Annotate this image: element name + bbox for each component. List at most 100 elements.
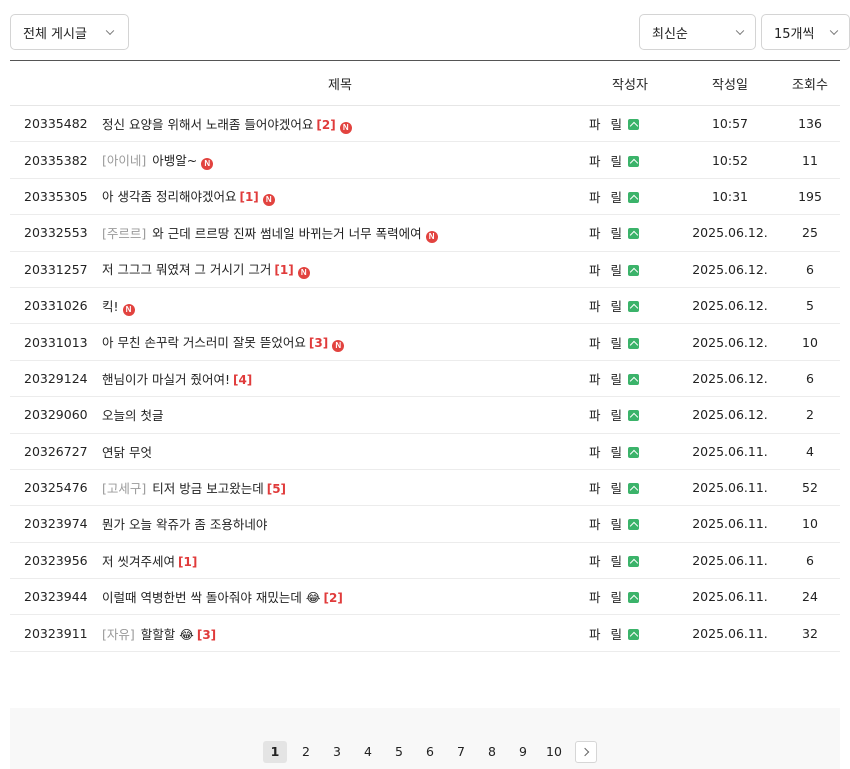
post-number: 20329060 [10,396,100,434]
post-views: 32 [780,614,840,652]
post-title-link[interactable]: 저 그그그 뭐였져 그 거시기 그거 [102,262,271,277]
header-title: 제목 [100,60,580,106]
page-link-9[interactable]: 9 [511,741,535,763]
header-author: 작성자 [580,60,680,106]
comment-count[interactable]: [1] [178,555,197,569]
post-title-link[interactable]: 이럴때 역병한번 싹 돌아줘야 재밌는데 😂 [102,590,320,605]
post-title-link[interactable]: 연닭 무엇 [102,445,152,460]
author-name[interactable]: 파 릴 [589,154,625,169]
post-author-cell: 파 릴 [580,505,680,543]
author-name[interactable]: 파 릴 [589,299,625,314]
table-row[interactable]: 20335382 [아이네] 아뱅알~ N 파 릴 10:52 11 [10,141,840,179]
chevron-down-icon [829,26,839,36]
post-title-link[interactable]: 킥! [102,299,119,314]
author-name[interactable]: 파 릴 [589,372,625,387]
table-row[interactable]: 20329060 오늘의 첫글 파 릴 2025.06.12. 2 [10,396,840,434]
level-badge-icon [627,592,639,604]
table-row[interactable]: 20329124 핸님이가 마실거 줬어여! [4] 파 릴 2025.06.12. 6 [10,360,840,398]
table-row[interactable]: 20331026 킥! N 파 릴 2025.06.12. 5 [10,287,840,325]
table-row[interactable]: 20325476 [고세구] 티저 방금 보고왔는데 [5] 파 릴 2025.06.1… [10,469,840,507]
author-name[interactable]: 파 릴 [589,336,625,351]
board-filter-select[interactable]: 전체 게시글 [10,14,129,50]
author-name[interactable]: 파 릴 [589,627,625,642]
author-name[interactable]: 파 릴 [589,481,625,496]
post-title-cell: 저 그그그 뭐였져 그 거시기 그거 [1] N [100,251,580,288]
per-page-select[interactable]: 15개씩 [761,14,850,50]
post-table: 제목 작성자 작성일 조회수 20335482 정신 요양을 위해서 노래좀 들어… [10,60,840,652]
post-category: [아이네] [102,153,147,169]
post-date: 2025.06.12. [680,251,780,288]
post-views: 4 [780,433,840,470]
author-name[interactable]: 파 릴 [589,590,625,605]
post-title-link[interactable]: 저 씻겨주세여 [102,554,175,569]
page-link-3[interactable]: 3 [325,741,349,763]
post-title-link[interactable]: 핸님이가 마실거 줬어여! [102,372,230,387]
post-title-cell: [자유] 할할할 😂 [3] [100,614,580,652]
post-author-cell: 파 릴 [580,251,680,288]
author-name[interactable]: 파 릴 [589,190,625,205]
comment-count[interactable]: [3] [309,336,328,350]
author-name[interactable]: 파 릴 [589,554,625,569]
post-views: 11 [780,141,840,179]
post-title-link[interactable]: 아 생각좀 정리해야겠어요 [102,189,236,204]
post-number: 20323944 [10,578,100,616]
post-title-link[interactable]: 할할할 😂 [141,627,194,642]
post-title-link[interactable]: 뭔가 오늘 왁쥬가 좀 조용하네야 [102,517,267,532]
author-name[interactable]: 파 릴 [589,226,625,241]
chevron-right-icon[interactable] [575,741,597,763]
author-name[interactable]: 파 릴 [589,263,625,278]
post-number: 20331013 [10,323,100,361]
comment-count[interactable]: [5] [267,482,286,496]
table-row[interactable]: 20335482 정신 요양을 위해서 노래좀 들어야겠어요 [2] N 파 릴 10:5… [10,105,840,143]
comment-count[interactable]: [1] [274,263,293,277]
table-row[interactable]: 20331013 아 무친 손꾸락 거스러미 잘못 뜯었어요 [3] N 파 릴 2025… [10,323,840,361]
page-link-1[interactable]: 1 [263,741,287,763]
table-row[interactable]: 20323974 뭔가 오늘 왁쥬가 좀 조용하네야 파 릴 2025.06.11. 1… [10,505,840,543]
page-link-8[interactable]: 8 [480,741,504,763]
post-title-cell: 킥! N [100,287,580,325]
table-row[interactable]: 20323956 저 씻겨주세여 [1] 파 릴 2025.06.11. 6 [10,542,840,580]
post-title-cell: [주르르] 와 근데 르르땅 진짜 썸네일 바뀌는거 너무 폭력에여 N [100,214,580,252]
comment-count[interactable]: [3] [197,628,216,642]
post-date: 2025.06.11. [680,469,780,507]
page-link-4[interactable]: 4 [356,741,380,763]
post-title-cell: [아이네] 아뱅알~ N [100,141,580,179]
post-views: 24 [780,578,840,616]
post-views: 5 [780,287,840,325]
page-link-7[interactable]: 7 [449,741,473,763]
table-row[interactable]: 20331257 저 그그그 뭐였져 그 거시기 그거 [1] N 파 릴 2025.06… [10,251,840,288]
post-title-link[interactable]: 와 근데 르르땅 진짜 썸네일 바뀌는거 너무 폭력에여 [152,226,421,241]
page-link-6[interactable]: 6 [418,741,442,763]
pagination: 1 2 3 4 5 6 7 8 9 10 [263,741,597,763]
post-author-cell: 파 릴 [580,433,680,470]
new-badge-icon: N [339,121,352,134]
comment-count[interactable]: [4] [233,373,252,387]
page-link-2[interactable]: 2 [294,741,318,763]
comment-count[interactable]: [2] [316,118,335,132]
table-row[interactable]: 20332553 [주르르] 와 근데 르르땅 진짜 썸네일 바뀌는거 너무 폭력… [10,214,840,252]
post-title-link[interactable]: 아뱅알~ [152,153,197,168]
post-date: 2025.06.12. [680,360,780,398]
author-name[interactable]: 파 릴 [589,117,625,132]
post-views: 25 [780,214,840,252]
post-title-link[interactable]: 티저 방금 보고왔는데 [152,481,263,496]
author-name[interactable]: 파 릴 [589,445,625,460]
table-row[interactable]: 20323911 [자유] 할할할 😂 [3] 파 릴 2025.06.11. 32 [10,614,840,652]
level-badge-icon [627,446,639,458]
post-title-link[interactable]: 정신 요양을 위해서 노래좀 들어야겠어요 [102,117,313,132]
comment-count[interactable]: [1] [239,190,258,204]
table-row[interactable]: 20326727 연닭 무엇 파 릴 2025.06.11. 4 [10,433,840,470]
page-link-5[interactable]: 5 [387,741,411,763]
author-name[interactable]: 파 릴 [589,408,625,423]
table-row[interactable]: 20335305 아 생각좀 정리해야겠어요 [1] N 파 릴 10:31 195 [10,178,840,216]
post-category: [고세구] [102,481,147,497]
author-name[interactable]: 파 릴 [589,517,625,532]
post-author-cell: 파 릴 [580,214,680,252]
post-title-link[interactable]: 오늘의 첫글 [102,408,163,423]
page-link-10[interactable]: 10 [542,741,566,763]
sort-select[interactable]: 최신순 [639,14,756,50]
comment-count[interactable]: [2] [323,591,342,605]
post-title-link[interactable]: 아 무친 손꾸락 거스러미 잘못 뜯었어요 [102,335,306,350]
table-row[interactable]: 20323944 이럴때 역병한번 싹 돌아줘야 재밌는데 😂 [2] 파 릴 2025… [10,578,840,616]
post-date: 2025.06.12. [680,214,780,252]
